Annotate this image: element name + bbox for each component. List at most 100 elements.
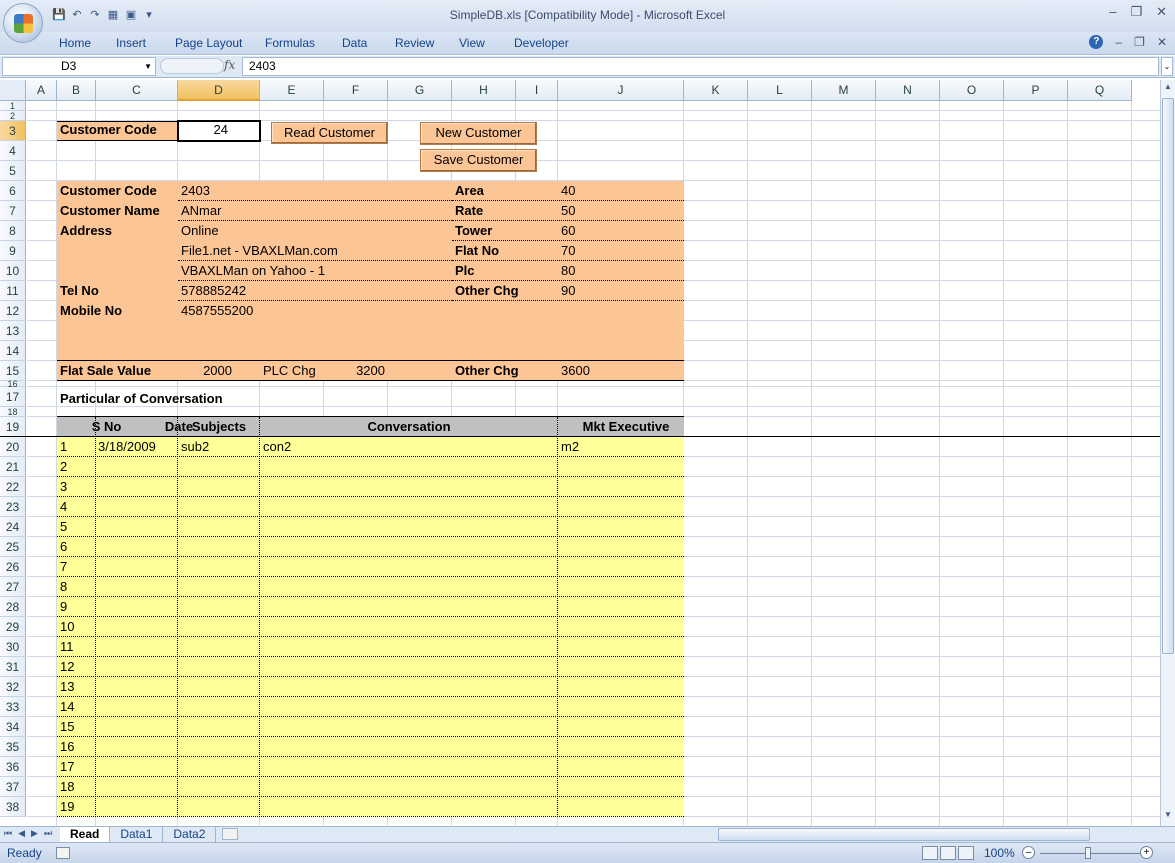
detail-right-value[interactable]: 90 — [561, 281, 621, 301]
page-layout-view-icon[interactable] — [940, 846, 956, 860]
conversation-title[interactable]: Particular of Conversation — [60, 389, 310, 409]
flat-sale-value[interactable]: 2000 — [178, 361, 232, 381]
scroll-down-icon[interactable]: ▼ — [1161, 810, 1175, 824]
detail-value[interactable]: 2403 — [181, 181, 381, 201]
close-icon[interactable]: ✕ — [1156, 4, 1167, 20]
row-header-8[interactable]: 8 — [0, 221, 26, 241]
detail-right-label[interactable]: Rate — [455, 201, 555, 221]
table-row-conversation[interactable]: con2 — [263, 437, 553, 457]
column-header-i[interactable]: I — [516, 80, 558, 101]
row-header-38[interactable]: 38 — [0, 797, 26, 817]
table-row-sno[interactable]: 16 — [60, 737, 90, 757]
insert-sheet-icon[interactable] — [222, 828, 239, 840]
column-header-f[interactable]: F — [324, 80, 388, 101]
name-box[interactable]: D3 ▼ — [2, 57, 156, 76]
row-header-19[interactable]: 19 — [0, 417, 26, 437]
scroll-up-icon[interactable]: ▲ — [1161, 82, 1175, 96]
expand-formula-icon[interactable]: ⌄ — [1161, 57, 1173, 76]
detail-right-label[interactable]: Plc — [455, 261, 555, 281]
row-header-2[interactable]: 2 — [0, 111, 26, 121]
row-header-13[interactable]: 13 — [0, 321, 26, 341]
wb-minimize-icon[interactable]: – — [1115, 35, 1122, 49]
column-header-q[interactable]: Q — [1068, 80, 1132, 101]
help-icon[interactable]: ? — [1089, 35, 1104, 49]
detail-label[interactable]: Customer Name — [60, 201, 178, 221]
detail-value[interactable]: 4587555200 — [181, 301, 381, 321]
zoom-slider-thumb[interactable] — [1085, 847, 1091, 859]
new-customer-button[interactable]: New Customer — [420, 122, 537, 145]
row-header-37[interactable]: 37 — [0, 777, 26, 797]
detail-right-label[interactable]: Other Chg — [455, 281, 555, 301]
column-header-b[interactable]: B — [57, 80, 96, 101]
column-header-g[interactable]: G — [388, 80, 452, 101]
row-header-27[interactable]: 27 — [0, 577, 26, 597]
column-header-d[interactable]: D — [178, 80, 260, 101]
last-sheet-icon[interactable]: ⏭ — [44, 828, 52, 839]
next-sheet-icon[interactable]: ▶ — [31, 828, 38, 839]
plc-value[interactable]: 3200 — [324, 361, 385, 381]
column-header-k[interactable]: K — [684, 80, 748, 101]
table-row-sno[interactable]: 7 — [60, 557, 90, 577]
row-header-29[interactable]: 29 — [0, 617, 26, 637]
zoom-in-icon[interactable]: + — [1140, 846, 1153, 859]
normal-view-icon[interactable] — [922, 846, 938, 860]
column-header-e[interactable]: E — [260, 80, 324, 101]
detail-value[interactable]: VBAXLMan on Yahoo - 1 — [181, 261, 381, 281]
tab-developer[interactable]: Developer — [514, 36, 584, 50]
table-row-sno[interactable]: 19 — [60, 797, 90, 817]
detail-label[interactable]: Mobile No — [60, 301, 178, 321]
row-header-25[interactable]: 25 — [0, 537, 26, 557]
save-customer-button[interactable]: Save Customer — [420, 149, 537, 172]
macro-record-icon[interactable] — [56, 847, 70, 859]
formula-input[interactable]: 2403 — [242, 57, 1159, 76]
detail-value[interactable]: Online — [181, 221, 381, 241]
sheet-tab-data2[interactable]: Data2 — [163, 827, 217, 842]
tab-formulas[interactable]: Formulas — [265, 36, 342, 50]
zoom-out-icon[interactable]: – — [1022, 846, 1035, 859]
other-chg-value[interactable]: 3600 — [561, 361, 621, 381]
detail-right-value[interactable]: 50 — [561, 201, 621, 221]
row-header-15[interactable]: 15 — [0, 361, 26, 381]
detail-label[interactable]: Address — [60, 221, 178, 241]
row-header-24[interactable]: 24 — [0, 517, 26, 537]
insert-function-icon[interactable]: fx — [224, 58, 235, 72]
table-row-sno[interactable]: 1 — [60, 437, 90, 457]
table-row-sno[interactable]: 14 — [60, 697, 90, 717]
row-header-20[interactable]: 20 — [0, 437, 26, 457]
tab-page-layout[interactable]: Page Layout — [175, 36, 265, 50]
row-header-33[interactable]: 33 — [0, 697, 26, 717]
row-header-35[interactable]: 35 — [0, 737, 26, 757]
table-row-sno[interactable]: 6 — [60, 537, 90, 557]
first-sheet-icon[interactable]: ⏮ — [4, 828, 12, 839]
detail-label[interactable]: Customer Code — [60, 181, 178, 201]
table-row-sno[interactable]: 5 — [60, 517, 90, 537]
tab-view[interactable]: View — [459, 36, 514, 50]
detail-right-value[interactable]: 40 — [561, 181, 621, 201]
zoom-level[interactable]: 100% — [984, 846, 1015, 860]
plc-label[interactable]: PLC Chg — [263, 361, 323, 381]
table-row-subject[interactable]: sub2 — [181, 437, 261, 457]
table-row-sno[interactable]: 13 — [60, 677, 90, 697]
row-header-22[interactable]: 22 — [0, 477, 26, 497]
row-header-3[interactable]: 3 — [0, 121, 26, 141]
sheet-tab-read[interactable]: Read — [60, 827, 111, 842]
row-header-12[interactable]: 12 — [0, 301, 26, 321]
horizontal-scrollbar[interactable] — [700, 828, 1160, 841]
header-conversation[interactable]: Conversation — [260, 417, 558, 437]
table-row-sno[interactable]: 10 — [60, 617, 90, 637]
detail-right-label[interactable]: Tower — [455, 221, 555, 241]
detail-value[interactable]: File1.net - VBAXLMan.com — [181, 241, 381, 261]
detail-value[interactable]: ANmar — [181, 201, 381, 221]
horizontal-scroll-thumb[interactable] — [718, 828, 1090, 841]
row-header-31[interactable]: 31 — [0, 657, 26, 677]
detail-right-value[interactable]: 80 — [561, 261, 621, 281]
row-header-21[interactable]: 21 — [0, 457, 26, 477]
table-row-executive[interactable]: m2 — [561, 437, 681, 457]
row-header-7[interactable]: 7 — [0, 201, 26, 221]
row-header-14[interactable]: 14 — [0, 341, 26, 361]
column-header-n[interactable]: N — [876, 80, 940, 101]
detail-value[interactable]: 578885242 — [181, 281, 381, 301]
row-header-34[interactable]: 34 — [0, 717, 26, 737]
vertical-scrollbar[interactable]: ▲ ▼ — [1160, 80, 1175, 826]
tab-insert[interactable]: Insert — [116, 36, 175, 50]
